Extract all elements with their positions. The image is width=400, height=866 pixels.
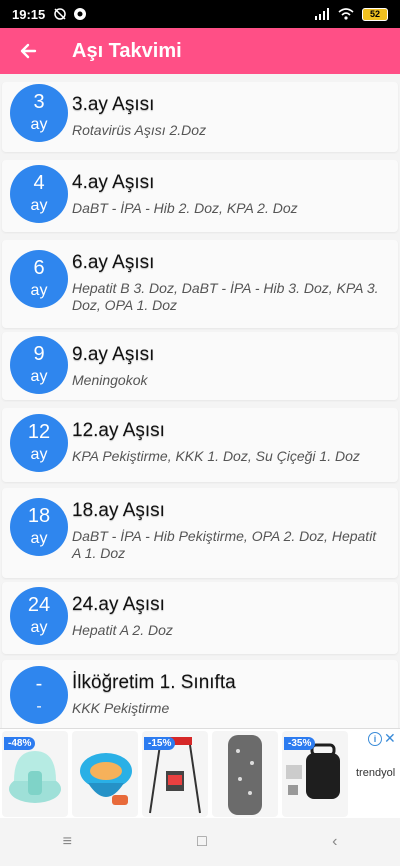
signal-icon — [315, 8, 329, 20]
item-title: 4.ay Aşısı — [72, 172, 155, 193]
item-title: 24.ay Aşısı — [72, 594, 165, 615]
item-title: 12.ay Aşısı — [72, 420, 165, 441]
discount-badge: -35% — [284, 737, 316, 750]
ad-product-bath-seat[interactable]: -48% — [2, 731, 68, 817]
ad-product-swing[interactable]: -15% — [142, 731, 208, 817]
item-description: DaBT - İPA - Hib 2. Doz, KPA 2. Doz — [72, 200, 298, 216]
chrome-icon — [74, 8, 87, 20]
cushion-image — [228, 735, 262, 815]
item-description: Rotavirüs Aşısı 2.Doz — [72, 122, 207, 138]
back-button[interactable] — [0, 28, 56, 74]
ad-banner[interactable]: -48% -15% -35% i ✕ trendyol — [0, 728, 400, 818]
list-item[interactable]: 18 ay 18.ay Aşısı DaBT - İPA - Hib Pekiş… — [2, 488, 398, 578]
potty-image — [80, 753, 132, 805]
month-badge: 18 ay — [10, 498, 68, 556]
item-description: DaBT - İPA - Hib Pekiştirme, OPA 2. Doz,… — [72, 528, 377, 561]
item-title: 9.ay Aşısı — [72, 344, 155, 365]
month-badge: 3 ay — [10, 84, 68, 142]
list-item[interactable]: 12 ay 12.ay Aşısı KPA Pekiştirme, KKK 1.… — [2, 408, 398, 482]
discount-badge: -15% — [144, 737, 176, 750]
month-badge: 6 ay — [10, 250, 68, 308]
ad-product-backpack[interactable]: -35% — [282, 731, 348, 817]
status-time: 19:15 — [12, 6, 46, 22]
list-item[interactable]: 6 ay 6.ay Aşısı Hepatit B 3. Doz, DaBT -… — [2, 240, 398, 328]
list-item[interactable]: - - İlköğretim 1. Sınıfta KKK Pekiştirme — [2, 660, 398, 728]
ad-close-icon[interactable]: ✕ — [384, 730, 396, 747]
item-title: 6.ay Aşısı — [72, 252, 155, 273]
nav-back-icon[interactable]: ‹ — [332, 833, 337, 851]
month-badge: 4 ay — [10, 165, 68, 223]
list-item[interactable]: 3 ay 3.ay Aşısı Rotavirüs Aşısı 2.Doz — [2, 82, 398, 152]
item-description: KKK Pekiştirme — [72, 700, 170, 716]
ad-product-potty[interactable] — [72, 731, 138, 817]
arrow-back-icon — [20, 43, 37, 59]
month-badge: - - — [10, 666, 68, 724]
item-description: KPA Pekiştirme, KKK 1. Doz, Su Çiçeği 1.… — [72, 448, 360, 464]
list-item[interactable]: 4 ay 4.ay Aşısı DaBT - İPA - Hib 2. Doz,… — [2, 160, 398, 232]
battery-icon: 52 — [362, 7, 388, 21]
app-bar: Aşı Takvimi — [0, 28, 400, 74]
ad-brand-logo: trendyol — [356, 767, 396, 779]
item-description: Hepatit A 2. Doz — [72, 622, 173, 638]
list-item[interactable]: 9 ay 9.ay Aşısı Meningokok — [2, 332, 398, 400]
item-description: Meningokok — [72, 372, 148, 388]
alarm-off-icon — [54, 8, 66, 20]
status-bar: 19:15 52 — [0, 0, 400, 28]
home-icon[interactable]: □ — [197, 833, 207, 851]
month-badge: 12 ay — [10, 414, 68, 472]
item-description: Hepatit B 3. Doz, DaBT - İPA - Hib 3. Do… — [72, 280, 379, 313]
month-badge: 9 ay — [10, 336, 68, 394]
ad-product-cushion[interactable] — [212, 731, 278, 817]
month-badge: 24 ay — [10, 587, 68, 645]
discount-badge: -48% — [4, 737, 36, 750]
ad-info-icon[interactable]: i — [368, 732, 382, 746]
wifi-icon — [338, 8, 354, 20]
vaccine-list: 3 ay 3.ay Aşısı Rotavirüs Aşısı 2.Doz 4 … — [0, 74, 400, 728]
list-item[interactable]: 24 ay 24.ay Aşısı Hepatit A 2. Doz — [2, 582, 398, 654]
system-nav-bar: ≡ □ ‹ — [0, 818, 400, 866]
item-title: İlköğretim 1. Sınıfta — [72, 672, 236, 693]
item-title: 18.ay Aşısı — [72, 500, 165, 521]
page-title: Aşı Takvimi — [72, 39, 182, 62]
recent-apps-icon[interactable]: ≡ — [63, 833, 72, 851]
item-title: 3.ay Aşısı — [72, 94, 155, 115]
